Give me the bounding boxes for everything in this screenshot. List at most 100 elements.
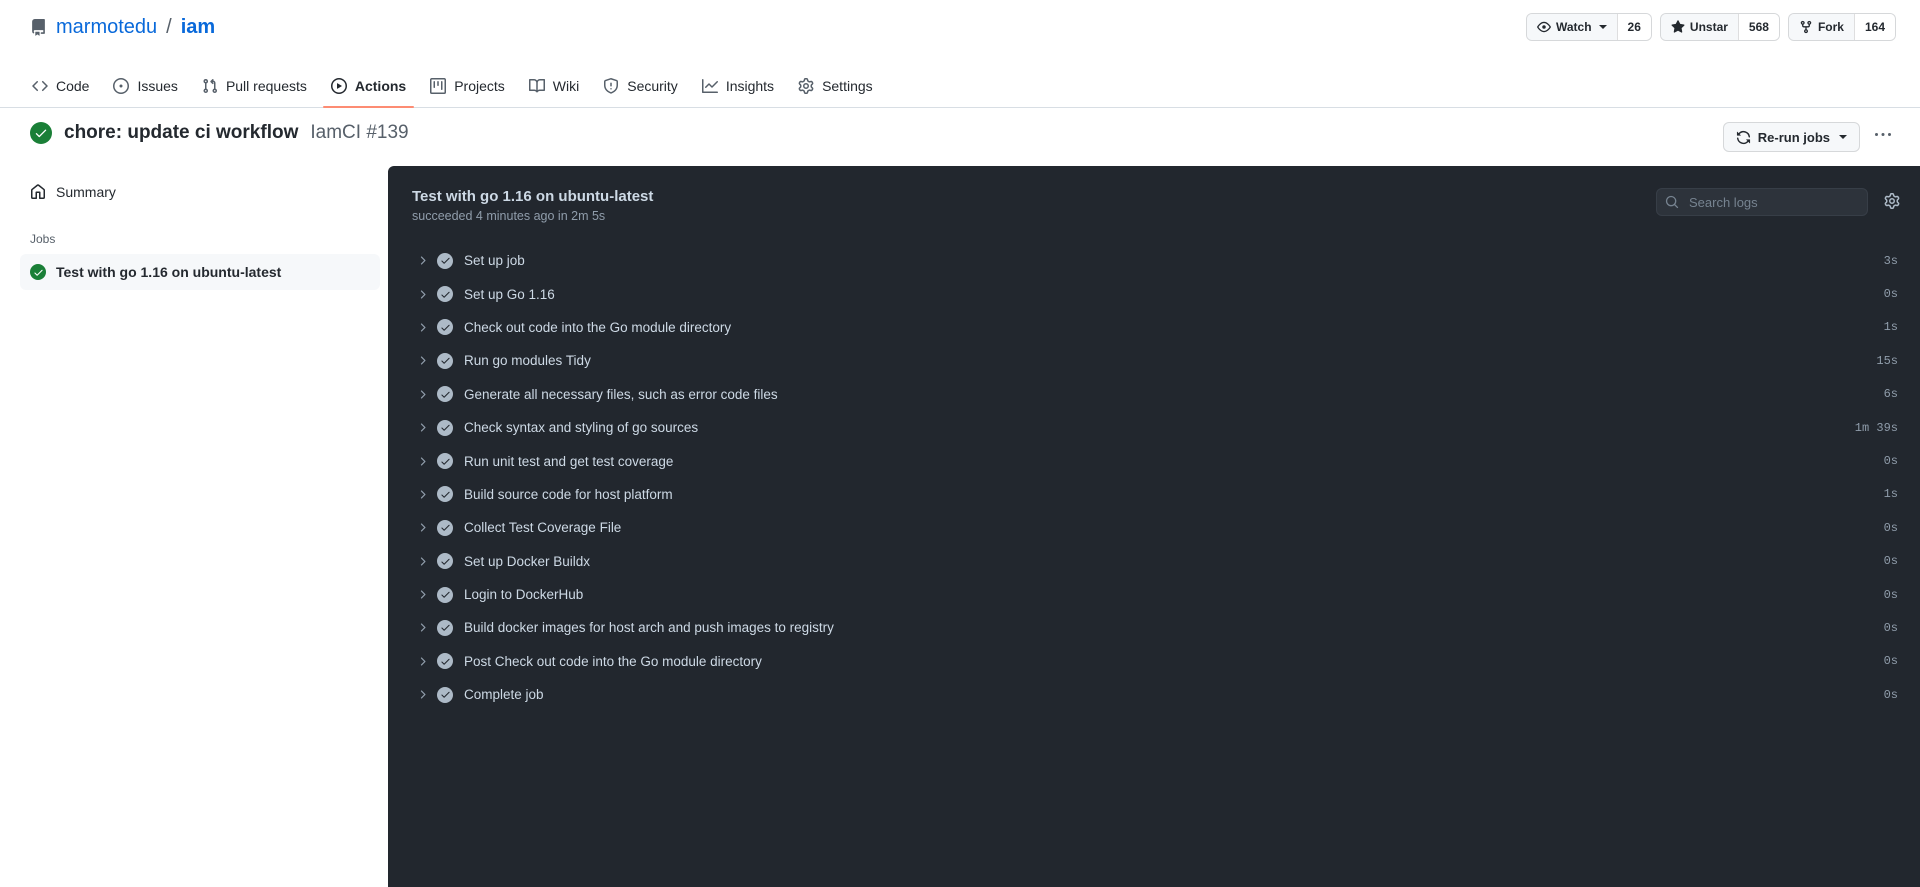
tab-pull-requests[interactable]: Pull requests bbox=[194, 78, 315, 107]
book-icon bbox=[528, 78, 545, 94]
search-logs-input[interactable] bbox=[1656, 188, 1868, 216]
job-step-duration: 1s bbox=[1883, 487, 1898, 502]
chevron-right-icon[interactable] bbox=[414, 555, 430, 568]
chevron-right-icon[interactable] bbox=[414, 488, 430, 501]
fork-count[interactable]: 164 bbox=[1853, 14, 1895, 40]
check-circle-icon bbox=[437, 686, 453, 703]
check-circle-icon bbox=[437, 319, 453, 336]
more-options-button[interactable] bbox=[1868, 122, 1898, 152]
code-icon bbox=[32, 78, 48, 94]
job-step-row[interactable]: Set up job 3s bbox=[388, 244, 1920, 277]
job-step-row[interactable]: Check out code into the Go module direct… bbox=[388, 311, 1920, 344]
job-step-row[interactable]: Check syntax and styling of go sources 1m… bbox=[388, 411, 1920, 444]
chevron-right-icon[interactable] bbox=[414, 354, 430, 367]
tab-insights[interactable]: Insights bbox=[694, 78, 782, 107]
chevron-right-icon[interactable] bbox=[414, 455, 430, 468]
job-step-row[interactable]: Run unit test and get test coverage 0s bbox=[388, 444, 1920, 477]
job-step-row[interactable]: Login to DockerHub 0s bbox=[388, 578, 1920, 611]
log-settings-button[interactable] bbox=[1878, 188, 1906, 216]
tab-security-label: Security bbox=[627, 78, 678, 94]
repo-social-actions: Watch 26 Unstar 568 Fork 164 bbox=[1525, 13, 1896, 41]
tab-projects[interactable]: Projects bbox=[422, 78, 513, 107]
tab-code[interactable]: Code bbox=[24, 78, 97, 107]
sidebar-summary-label: Summary bbox=[56, 184, 116, 200]
chevron-right-icon[interactable] bbox=[414, 521, 430, 534]
watch-count[interactable]: 26 bbox=[1616, 14, 1651, 40]
repo-icon bbox=[30, 19, 47, 36]
watch-button[interactable]: Watch bbox=[1526, 14, 1617, 40]
check-circle-icon bbox=[437, 486, 453, 503]
tab-settings[interactable]: Settings bbox=[790, 78, 881, 107]
job-step-name: Check out code into the Go module direct… bbox=[464, 319, 732, 335]
graph-icon bbox=[701, 78, 718, 94]
job-step-duration: 0s bbox=[1883, 654, 1898, 669]
play-icon bbox=[330, 78, 347, 94]
check-circle-icon bbox=[30, 264, 46, 280]
job-step-row[interactable]: Build docker images for host arch and pu… bbox=[388, 611, 1920, 644]
repo-breadcrumb: marmotedu / iam bbox=[30, 16, 215, 39]
job-step-row[interactable]: Set up Docker Buildx 0s bbox=[388, 545, 1920, 578]
job-step-row[interactable]: Collect Test Coverage File 0s bbox=[388, 511, 1920, 544]
sidebar-item-summary[interactable]: Summary bbox=[20, 176, 380, 208]
repo-owner-link[interactable]: marmotedu bbox=[56, 16, 157, 39]
fork-icon bbox=[1799, 20, 1813, 34]
chevron-right-icon[interactable] bbox=[414, 621, 430, 634]
chevron-right-icon[interactable] bbox=[414, 288, 430, 301]
job-step-row[interactable]: Run go modules Tidy 15s bbox=[388, 344, 1920, 377]
tab-wiki-label: Wiki bbox=[552, 78, 580, 94]
job-step-name: Complete job bbox=[464, 687, 544, 703]
sidebar-jobs-heading: Jobs bbox=[30, 232, 56, 246]
chevron-right-icon[interactable] bbox=[414, 321, 430, 334]
job-step-row[interactable]: Set up Go 1.16 0s bbox=[388, 277, 1920, 310]
watch-button-group: Watch 26 bbox=[1525, 13, 1652, 41]
eye-icon bbox=[1537, 20, 1551, 34]
chevron-right-icon[interactable] bbox=[414, 688, 430, 701]
unstar-button[interactable]: Unstar bbox=[1660, 14, 1738, 40]
tab-wiki[interactable]: Wiki bbox=[521, 78, 587, 107]
unstar-label: Unstar bbox=[1689, 20, 1728, 34]
check-circle-icon bbox=[437, 619, 453, 636]
tab-settings-label: Settings bbox=[822, 78, 873, 94]
chevron-right-icon[interactable] bbox=[414, 588, 430, 601]
job-step-row[interactable]: Post Check out code into the Go module d… bbox=[388, 645, 1920, 678]
tab-security[interactable]: Security bbox=[595, 78, 686, 107]
repo-name-link[interactable]: iam bbox=[181, 16, 215, 39]
job-step-name: Generate all necessary files, such as er… bbox=[464, 386, 778, 402]
chevron-right-icon[interactable] bbox=[414, 655, 430, 668]
check-circle-icon bbox=[437, 519, 453, 536]
re-run-jobs-button[interactable]: Re-run jobs bbox=[1722, 122, 1860, 152]
tab-actions[interactable]: Actions bbox=[322, 78, 415, 108]
job-step-row[interactable]: Generate all necessary files, such as er… bbox=[388, 378, 1920, 411]
page-title: chore: update ci workflow bbox=[64, 122, 299, 143]
kebab-horizontal-icon bbox=[1875, 127, 1891, 148]
job-step-duration: 1s bbox=[1883, 320, 1898, 335]
job-step-name: Collect Test Coverage File bbox=[464, 520, 622, 536]
job-step-row[interactable]: Build source code for host platform 1s bbox=[388, 478, 1920, 511]
repo-separator: / bbox=[166, 16, 172, 38]
sidebar-job-label: Test with go 1.16 on ubuntu-latest bbox=[56, 264, 282, 280]
shield-icon bbox=[603, 78, 619, 94]
tab-issues[interactable]: Issues bbox=[105, 78, 185, 107]
run-header-actions: Re-run jobs bbox=[1722, 122, 1898, 152]
job-log-panel: Test with go 1.16 on ubuntu-latest succe… bbox=[388, 166, 1920, 887]
job-step-row[interactable]: Complete job 0s bbox=[388, 678, 1920, 711]
star-filled-icon bbox=[1671, 20, 1685, 34]
fork-button[interactable]: Fork bbox=[1788, 14, 1854, 40]
job-step-duration: 6s bbox=[1883, 387, 1898, 402]
tab-code-label: Code bbox=[56, 78, 90, 94]
check-circle-icon bbox=[30, 122, 52, 144]
check-circle-icon bbox=[437, 386, 453, 403]
chevron-down-icon bbox=[1839, 135, 1847, 139]
star-count[interactable]: 568 bbox=[1737, 14, 1779, 40]
job-step-name: Build docker images for host arch and pu… bbox=[464, 620, 834, 636]
chevron-right-icon[interactable] bbox=[414, 421, 430, 434]
job-step-name: Login to DockerHub bbox=[464, 587, 584, 603]
sidebar-job-item[interactable]: Test with go 1.16 on ubuntu-latest bbox=[20, 254, 380, 290]
chevron-right-icon[interactable] bbox=[414, 254, 430, 267]
job-step-name: Run go modules Tidy bbox=[464, 353, 591, 369]
re-run-jobs-label: Re-run jobs bbox=[1757, 129, 1830, 145]
tab-insights-label: Insights bbox=[725, 78, 775, 94]
chevron-right-icon[interactable] bbox=[414, 388, 430, 401]
unstar-button-group: Unstar 568 bbox=[1659, 13, 1780, 41]
job-step-name: Check syntax and styling of go sources bbox=[464, 420, 699, 436]
